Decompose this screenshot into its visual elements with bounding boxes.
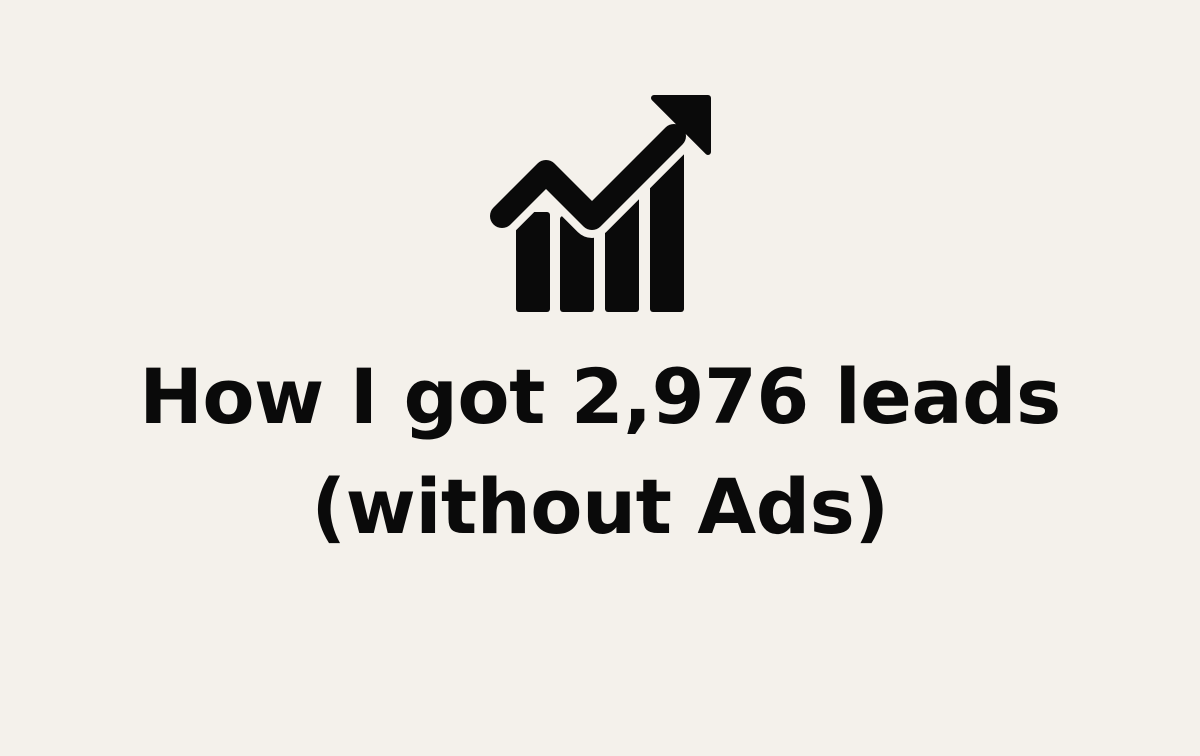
growth-chart-arrow-icon [488, 92, 712, 314]
headline-line-2: (without Ads) [311, 462, 889, 551]
headline-line-1: How I got 2,976 leads [139, 352, 1061, 441]
trend-line [490, 124, 686, 230]
headline: How I got 2,976 leads (without Ads) [0, 342, 1200, 562]
thumbnail-canvas: How I got 2,976 leads (without Ads) [0, 0, 1200, 756]
chart-bar [516, 212, 550, 312]
